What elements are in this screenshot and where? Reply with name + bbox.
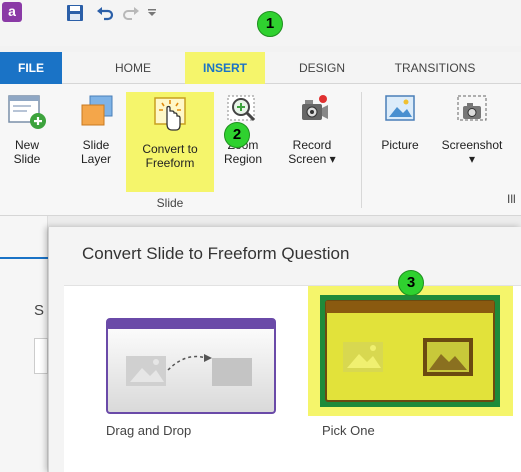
app-logo-icon: a — [2, 2, 22, 22]
tab-transitions[interactable]: TRANSITIONS — [380, 52, 490, 84]
ribbon-divider — [361, 92, 362, 208]
ribbon-tabs: FILE HOME INSERT DESIGN TRANSITIONS — [0, 52, 521, 84]
background-field — [34, 338, 48, 374]
convert-to-freeform-icon — [154, 97, 186, 131]
save-icon[interactable] — [66, 4, 84, 22]
option-drag-and-drop[interactable] — [106, 318, 276, 419]
slide-layer-label-2: Layer — [80, 152, 112, 166]
left-panel-accent — [0, 257, 48, 259]
picture-icon — [385, 95, 415, 121]
record-screen-button[interactable]: Record Screen ▾ — [284, 90, 340, 166]
record-screen-label-2: Screen ▾ — [288, 152, 336, 166]
tab-insert[interactable]: INSERT — [185, 52, 265, 84]
tab-home[interactable]: HOME — [100, 52, 166, 84]
step-badge-3: 3 — [398, 270, 424, 296]
record-screen-label-1: Record — [292, 138, 332, 152]
group-label-illustrations: Ill — [507, 192, 516, 206]
tab-design[interactable]: DESIGN — [284, 52, 360, 84]
redo-icon[interactable] — [122, 4, 140, 22]
ribbon-panel: New Slide Slide Layer Convert to Freefor… — [0, 84, 521, 216]
drag-and-drop-thumbnail-icon — [106, 318, 276, 414]
screenshot-label: Screenshot — [441, 138, 503, 152]
option-pick-one[interactable] — [308, 286, 513, 416]
new-slide-icon — [8, 95, 46, 129]
record-screen-icon — [302, 95, 328, 120]
option-drag-and-drop-label: Drag and Drop — [106, 423, 192, 438]
step-badge-2: 2 — [224, 122, 250, 148]
zoom-region-label-2: Region — [223, 152, 263, 166]
undo-icon[interactable] — [96, 4, 114, 22]
dialog-body: Drag and Drop Pick One — [64, 285, 521, 472]
screenshot-button[interactable]: Screenshot ▾ — [432, 90, 512, 166]
group-label-slide: Slide — [156, 196, 184, 210]
dialog-title: Convert Slide to Freeform Question — [82, 244, 350, 263]
background-label: S — [34, 302, 45, 319]
new-slide-label-2: Slide — [13, 152, 41, 166]
picture-button[interactable]: Picture — [370, 90, 430, 152]
convert-dialog: Convert Slide to Freeform Question Drag … — [48, 227, 521, 472]
convert-to-freeform-button[interactable]: Convert to Freeform — [126, 92, 214, 192]
convert-label-1: Convert to — [142, 142, 198, 156]
new-slide-label-1: New — [14, 138, 39, 152]
option-pick-one-label: Pick One — [322, 423, 375, 438]
customize-toolbar-icon[interactable] — [146, 6, 158, 18]
screenshot-dropdown-icon[interactable]: ▾ — [432, 152, 512, 166]
tab-file[interactable]: FILE — [0, 52, 62, 84]
slide-layer-button[interactable]: Slide Layer — [74, 90, 118, 166]
slide-layer-label-1: Slide — [82, 138, 110, 152]
step-badge-1: 1 — [257, 11, 283, 37]
slide-layer-icon — [81, 95, 113, 126]
convert-label-2: Freeform — [145, 156, 195, 170]
title-bar: a 1 — [0, 0, 521, 46]
screenshot-icon — [457, 95, 487, 121]
pick-one-thumbnail-icon — [320, 295, 500, 407]
picture-label: Picture — [381, 138, 419, 152]
new-slide-button[interactable]: New Slide — [4, 90, 50, 166]
